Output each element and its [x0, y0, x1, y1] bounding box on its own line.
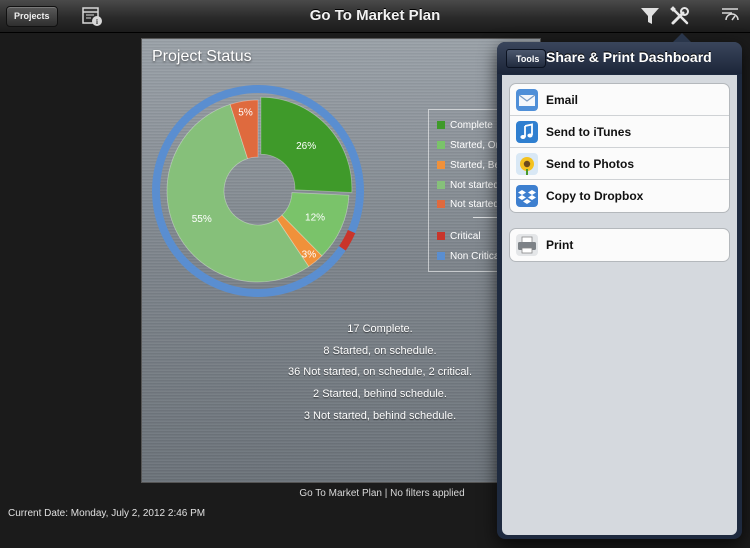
pie-slice-label: 12% — [305, 212, 325, 223]
mail-icon — [516, 88, 538, 111]
legend-item: Complete — [437, 119, 493, 131]
dashboard-panel: Project Status 26% 12% 3% 55% 5% Complete St… — [141, 38, 541, 483]
copy-to-dropbox-option[interactable]: Copy to Dropbox — [510, 180, 729, 212]
printer-icon — [516, 234, 538, 256]
popover-title: Share & Print Dashboard — [546, 49, 712, 65]
send-to-photos-option[interactable]: Send to Photos — [510, 148, 729, 180]
popover-body: Email Send to iTunes Send to Photos Copy… — [502, 75, 737, 535]
tools-back-button[interactable]: Tools — [506, 49, 547, 68]
popover-arrow — [673, 33, 691, 42]
dropbox-icon — [516, 185, 538, 207]
pie-slice-group: 26% — [260, 96, 353, 193]
top-toolbar: Projects i Go To Market Plan — [0, 0, 750, 33]
legend-label: Complete — [450, 119, 493, 131]
dashboard-refresh-icon[interactable] — [718, 4, 742, 28]
print-option[interactable]: Print — [510, 229, 729, 261]
print-label: Print — [546, 238, 574, 252]
filter-icon[interactable] — [638, 4, 662, 28]
ring-segment-critical — [339, 229, 356, 251]
chart-legend: Complete Started, On schedule Started, B… — [428, 109, 508, 272]
legend-swatch — [437, 252, 445, 260]
send-to-itunes-option[interactable]: Send to iTunes — [510, 116, 729, 148]
send-to-itunes-label: Send to iTunes — [546, 124, 632, 139]
share-options-group: Email Send to iTunes Send to Photos Copy… — [509, 83, 730, 213]
copy-to-dropbox-label: Copy to Dropbox — [546, 189, 644, 203]
email-option[interactable]: Email — [510, 84, 729, 116]
legend-swatch — [437, 121, 445, 129]
legend-label: Critical — [450, 230, 481, 242]
tools-icon[interactable] — [668, 4, 692, 28]
print-options-group: Print — [509, 228, 730, 262]
legend-divider — [473, 217, 497, 218]
share-print-popover: Tools Share & Print Dashboard Email Send… — [497, 33, 742, 539]
popover-header: Tools Share & Print Dashboard — [497, 42, 742, 74]
legend-item: Non Critical — [437, 250, 502, 262]
legend-swatch — [437, 141, 445, 149]
legend-swatch — [437, 181, 445, 189]
legend-label: Non Critical — [450, 250, 502, 262]
filter-caption: Go To Market Plan | No filters applied — [299, 488, 465, 499]
itunes-icon — [516, 120, 538, 143]
email-label: Email — [546, 92, 579, 107]
legend-item: Critical — [437, 230, 481, 242]
send-to-photos-label: Send to Photos — [546, 156, 634, 171]
pie-slice-label: 55% — [192, 214, 212, 225]
current-date: Current Date: Monday, July 2, 2012 2:46 … — [8, 508, 206, 519]
legend-swatch — [437, 200, 445, 208]
photos-icon — [516, 152, 538, 175]
legend-swatch — [437, 232, 445, 240]
pie-slice-label: 26% — [296, 141, 316, 152]
legend-swatch — [437, 161, 445, 169]
pie-slice-label: 5% — [238, 107, 253, 118]
